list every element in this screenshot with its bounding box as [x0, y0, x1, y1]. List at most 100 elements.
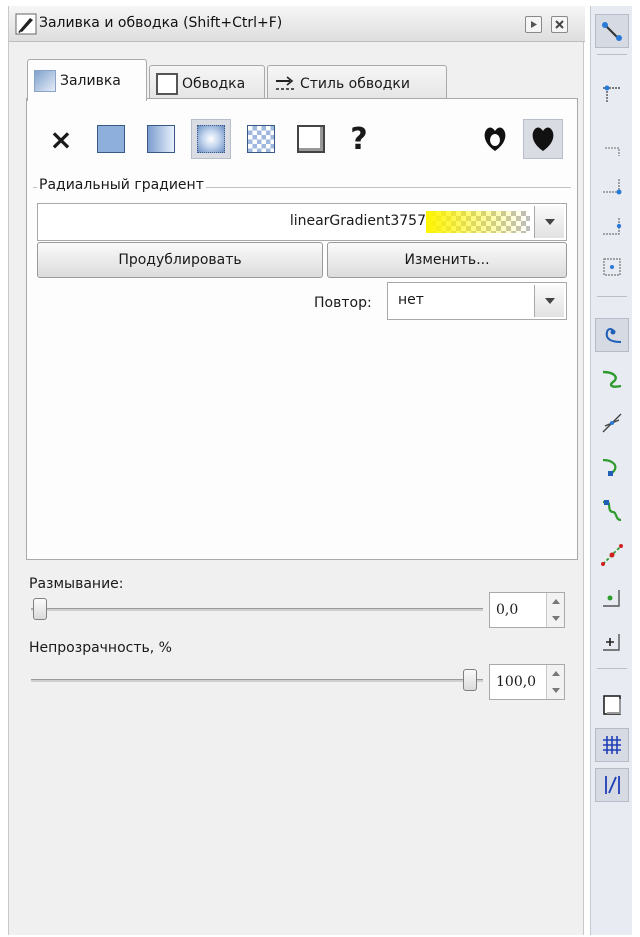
snap-cusp-nodes-button[interactable] — [595, 450, 629, 484]
snap-bbox-edge-icon — [605, 147, 620, 156]
fill-tab-panel: × ? Радиальный градиент linearGradient37… — [26, 98, 578, 560]
repeat-select[interactable]: нет — [387, 282, 567, 320]
snap-page-border-icon — [603, 695, 621, 715]
duplicate-gradient-button[interactable]: Продублировать — [37, 242, 323, 278]
snap-path-button[interactable] — [595, 362, 629, 396]
radial-gradient-icon — [197, 125, 225, 153]
snap-enable-icon — [602, 22, 622, 41]
opacity-spin-buttons[interactable] — [546, 665, 564, 699]
close-button[interactable] — [551, 16, 568, 33]
snap-guide-button[interactable] — [595, 768, 629, 802]
tab-fill[interactable]: Заливка — [27, 59, 147, 101]
blur-slider-thumb[interactable] — [33, 598, 47, 620]
spin-up-icon[interactable] — [547, 593, 564, 610]
snap-bbox-center-button[interactable] — [595, 250, 629, 284]
blur-label: Размывание: — [29, 576, 124, 592]
gradient-dropdown-button[interactable] — [534, 206, 564, 238]
stroke-style-tab-icon — [276, 75, 294, 90]
snap-cusp-nodes-icon — [602, 458, 617, 476]
edit-gradient-button[interactable]: Изменить... — [327, 242, 567, 278]
snap-rotation-center-button[interactable] — [595, 626, 629, 660]
fill-rule-nonzero-icon — [532, 127, 554, 151]
fill-tab-icon — [34, 69, 56, 92]
blur-spin-buttons[interactable] — [546, 593, 564, 627]
snap-bbox-icon — [603, 85, 621, 102]
radial-gradient-button[interactable] — [191, 119, 231, 159]
fill-stroke-dialog: Заливка и обводка (Shift+Ctrl+F) Заливка… — [8, 6, 587, 935]
snap-nodes-button[interactable] — [595, 318, 629, 352]
snap-toolbar — [590, 6, 632, 935]
tab-stroke-paint[interactable]: Обводка — [149, 65, 265, 101]
play-icon — [531, 21, 537, 28]
snap-smooth-nodes-icon — [603, 500, 622, 522]
tab-stroke-style-label: Стиль обводки — [300, 75, 410, 92]
snap-enable-button[interactable] — [595, 14, 629, 48]
chevron-down-icon — [544, 219, 555, 225]
opacity-slider-track[interactable] — [31, 679, 483, 682]
fill-stroke-tabs: Заливка Обводка Стиль обводки — [27, 59, 587, 101]
blur-spinbox[interactable]: 0,0 — [489, 592, 565, 628]
snap-bbox-corner-icon — [603, 178, 622, 195]
opacity-slider-thumb[interactable] — [463, 669, 477, 691]
spin-up-icon[interactable] — [547, 665, 564, 682]
snap-bbox-edge-midpoint-icon — [603, 218, 622, 235]
flat-color-button[interactable] — [91, 119, 131, 159]
spin-down-icon[interactable] — [547, 682, 564, 699]
dialog-titlebar: Заливка и обводка (Shift+Ctrl+F) — [9, 6, 585, 42]
snap-smooth-nodes-button[interactable] — [595, 494, 629, 528]
edit-gradient-label: Изменить... — [404, 252, 490, 268]
dock-toggle-button[interactable] — [525, 16, 542, 33]
snap-bbox-center-icon — [603, 258, 621, 276]
snap-page-border-button[interactable] — [595, 688, 629, 722]
snap-bbox-corner-button[interactable] — [595, 170, 629, 204]
swatch-icon — [297, 125, 325, 153]
snap-path-intersection-button[interactable] — [595, 406, 629, 440]
fill-rule-nonzero-button[interactable] — [523, 119, 563, 159]
spin-down-icon[interactable] — [547, 610, 564, 627]
flat-color-icon — [97, 125, 125, 153]
blur-value: 0,0 — [496, 602, 519, 618]
repeat-dropdown-button[interactable] — [534, 285, 564, 317]
snap-object-center-button[interactable] — [595, 582, 629, 616]
snap-bbox-edge-midpoint-button[interactable] — [595, 210, 629, 244]
gradient-preview — [426, 211, 530, 233]
chevron-down-icon — [544, 298, 555, 304]
linear-gradient-icon — [147, 125, 175, 153]
dialog-title: Заливка и обводка (Shift+Ctrl+F) — [39, 15, 283, 31]
tab-stroke-style[interactable]: Стиль обводки — [267, 65, 447, 101]
snap-rotation-center-icon — [603, 634, 620, 651]
paint-mode-row: × ? — [27, 99, 579, 179]
no-paint-icon: × — [49, 122, 73, 156]
repeat-value: нет — [398, 292, 424, 308]
swatch-button[interactable] — [291, 119, 331, 159]
snap-path-intersection-icon — [602, 413, 622, 433]
fill-rule-evenodd-button[interactable] — [475, 119, 515, 159]
opacity-spinbox[interactable]: 100,0 — [489, 664, 565, 700]
no-paint-button[interactable]: × — [41, 119, 81, 159]
paintbrush-icon — [15, 13, 37, 35]
stroke-paint-tab-icon — [156, 72, 178, 95]
snap-guide-icon — [605, 776, 620, 794]
pattern-button[interactable] — [241, 119, 281, 159]
pattern-icon — [247, 125, 275, 153]
snap-line-midpoint-button[interactable] — [595, 538, 629, 572]
gradient-name: linearGradient3757 — [289, 213, 426, 229]
gradient-section-label: Радиальный градиент — [37, 177, 206, 193]
linear-gradient-button[interactable] — [141, 119, 181, 159]
gradient-select[interactable]: linearGradient3757 — [37, 203, 567, 241]
snap-bbox-button[interactable] — [595, 76, 629, 110]
repeat-label: Повтор: — [314, 295, 372, 311]
blur-slider-track[interactable] — [31, 608, 483, 611]
duplicate-gradient-label: Продублировать — [118, 252, 242, 268]
snap-nodes-icon — [605, 328, 622, 343]
close-icon — [555, 20, 564, 29]
opacity-label: Непрозрачность, % — [29, 640, 172, 656]
snap-grid-button[interactable] — [595, 728, 629, 762]
snap-bbox-edge-button[interactable] — [595, 130, 629, 164]
fill-rule-evenodd-icon — [484, 127, 506, 151]
snap-path-icon — [602, 370, 622, 388]
question-mark-icon: ? — [350, 121, 368, 157]
snap-grid-icon — [603, 736, 621, 754]
unset-paint-button[interactable]: ? — [339, 119, 379, 159]
tab-fill-label: Заливка — [60, 72, 121, 89]
